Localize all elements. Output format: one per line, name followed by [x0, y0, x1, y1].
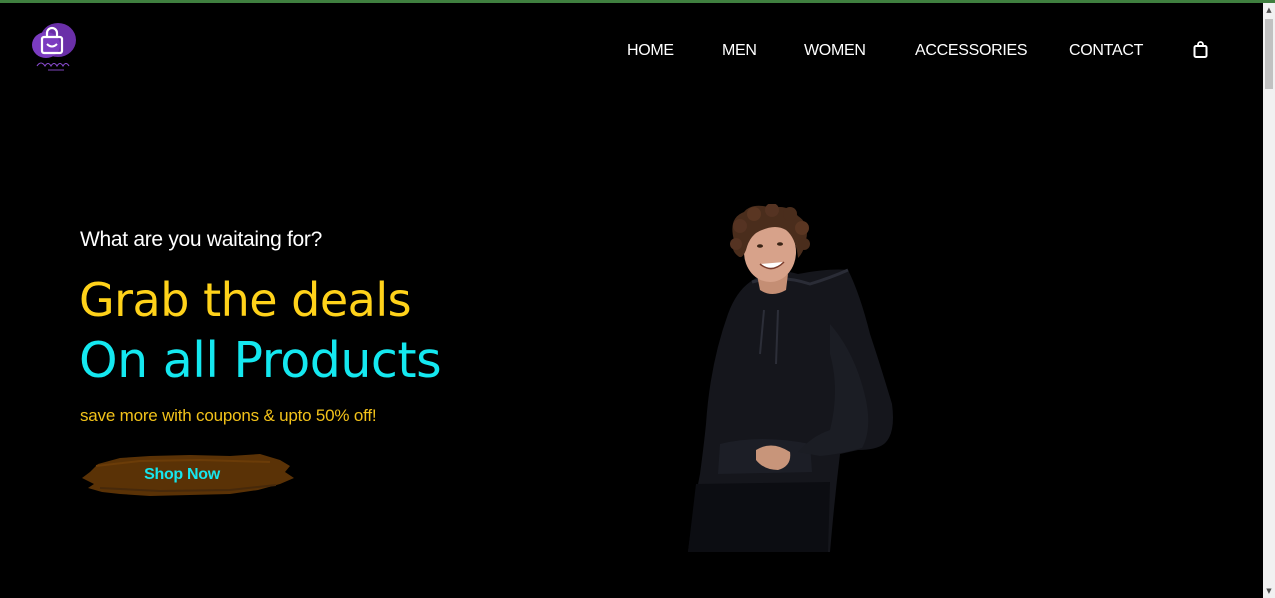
nav-item-home[interactable]: HOME [627, 38, 674, 64]
hero-model-image [680, 203, 910, 552]
hero-subtext: save more with coupons & upto 50% off! [80, 406, 377, 425]
site-logo[interactable] [28, 20, 82, 74]
browser-top-border [0, 0, 1275, 3]
shopping-bag-icon [1193, 41, 1208, 58]
hero-eyebrow: What are you waitaing for? [80, 228, 322, 251]
hero-headline-line2: On all Products [79, 332, 442, 389]
nav-item-men[interactable]: MEN [722, 38, 757, 64]
scroll-thumb[interactable] [1265, 19, 1273, 89]
nav-item-accessories[interactable]: ACCESSORIES [915, 38, 1028, 64]
scroll-down-arrow-icon[interactable]: ▼ [1263, 584, 1275, 598]
shopping-bag-logo-icon [32, 23, 76, 71]
shop-now-label: Shop Now [144, 466, 220, 483]
scroll-up-arrow-icon[interactable]: ▲ [1263, 3, 1275, 17]
smiling-man-black-hoodie [688, 203, 893, 552]
nav-item-contact[interactable]: CONTACT [1069, 38, 1143, 64]
cart-button[interactable] [1192, 40, 1210, 60]
nav-item-women[interactable]: WOMEN [804, 38, 866, 64]
shop-now-button[interactable]: Shop Now [80, 452, 298, 498]
page-scrollbar[interactable]: ▲ ▼ [1263, 3, 1275, 598]
hero-headline-line1: Grab the deals [79, 273, 412, 327]
page: HOME MEN WOMEN ACCESSORIES CONTACT What … [0, 0, 1275, 598]
